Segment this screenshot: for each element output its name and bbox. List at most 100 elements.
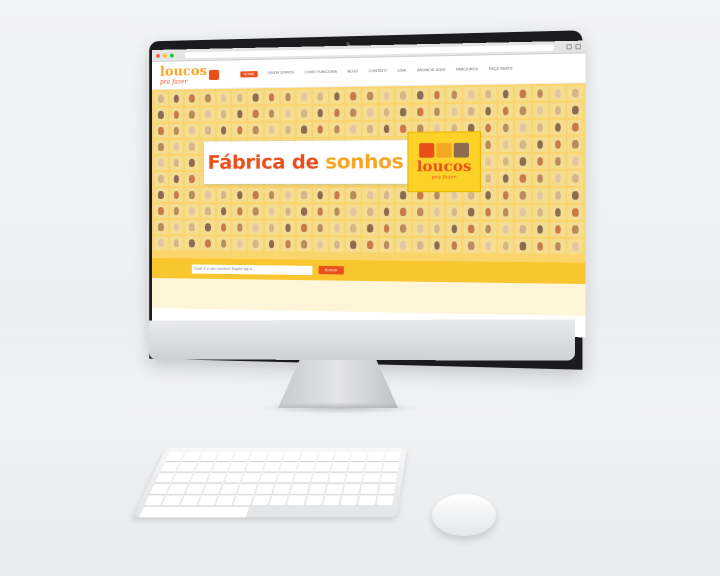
nav-item-home[interactable]: Home — [240, 70, 258, 77]
keyboard-key[interactable] — [331, 462, 349, 472]
keyboard-key[interactable] — [384, 452, 401, 462]
keyboard-key[interactable] — [382, 462, 399, 472]
keyboard-key[interactable] — [308, 484, 327, 494]
keyboard-key[interactable] — [233, 495, 253, 506]
keyboard-key[interactable] — [304, 495, 324, 506]
avatar-tile — [200, 107, 215, 122]
keyboard-key[interactable] — [180, 495, 200, 506]
nav-item-faca-parte[interactable]: Faça Parte — [489, 66, 513, 73]
nav-item-contato[interactable]: Contato — [369, 68, 387, 75]
keyboard-key[interactable] — [360, 484, 379, 494]
keyboard-key[interactable] — [182, 452, 201, 462]
keyboard-key[interactable] — [255, 484, 274, 494]
keyboard[interactable] — [132, 447, 408, 518]
keyboard-key[interactable] — [333, 452, 351, 462]
magic-mouse[interactable] — [432, 494, 496, 536]
keyboard-key[interactable] — [376, 495, 394, 506]
keyboard-key[interactable] — [241, 473, 261, 483]
nav-item-anuncie[interactable]: Anuncie Aqui — [417, 67, 445, 74]
maximize-dot-icon[interactable] — [169, 53, 174, 58]
keyboard-key[interactable] — [199, 452, 218, 462]
keyboard-key[interactable] — [207, 473, 227, 483]
keyboard-key[interactable] — [328, 473, 346, 483]
keyboard-key[interactable] — [211, 462, 231, 472]
avatar-tile — [480, 221, 496, 237]
avatar-tile — [200, 236, 215, 251]
minimize-dot-icon[interactable] — [162, 53, 167, 58]
keyboard-key[interactable] — [314, 462, 332, 472]
keyboard-key[interactable] — [378, 484, 396, 494]
keyboard-key[interactable] — [300, 452, 318, 462]
keyboard-key[interactable] — [259, 473, 278, 483]
nav-item-blog[interactable]: Blog — [347, 69, 357, 75]
keyboard-key[interactable] — [194, 462, 214, 472]
search-input[interactable] — [191, 263, 313, 275]
avatar-tile — [446, 104, 462, 119]
keyboard-key[interactable] — [287, 495, 306, 506]
avatar-tile — [280, 187, 295, 203]
avatar-tile — [280, 89, 295, 105]
keyboard-key[interactable] — [185, 484, 205, 494]
keyboard-key[interactable] — [215, 452, 235, 462]
nav-item-parceiros[interactable]: Parceiros — [456, 67, 478, 74]
keyboard-key[interactable] — [220, 484, 240, 494]
keyboard-key[interactable] — [197, 495, 218, 506]
avatar-tile — [200, 204, 215, 219]
keyboard-key[interactable] — [266, 452, 285, 462]
keyboard-key[interactable] — [293, 473, 312, 483]
keyboard-key[interactable] — [276, 473, 295, 483]
space-bar[interactable] — [138, 507, 249, 518]
keyboard-key[interactable] — [363, 473, 381, 483]
keyboard-key[interactable] — [340, 495, 359, 506]
avatar-tile — [480, 204, 496, 220]
avatar-tile — [498, 103, 514, 119]
keyboard-key[interactable] — [345, 473, 364, 483]
keyboard-key[interactable] — [367, 452, 384, 462]
close-dot-icon[interactable] — [155, 53, 160, 58]
keyboard-key[interactable] — [311, 473, 329, 483]
site-logo[interactable]: loucos pra fazer — [160, 62, 230, 87]
keyboard-key[interactable] — [343, 484, 361, 494]
avatar-tile — [550, 238, 566, 254]
keyboard-key[interactable] — [237, 484, 257, 494]
keyboard-key[interactable] — [272, 484, 292, 494]
keyboard-key[interactable] — [365, 462, 383, 472]
keyboard-key[interactable] — [350, 452, 368, 462]
keyboard-key[interactable] — [228, 462, 248, 472]
keyboard-key[interactable] — [316, 452, 335, 462]
avatar-tile — [550, 221, 566, 237]
keyboard-key[interactable] — [167, 484, 188, 494]
avatar-tile — [248, 220, 263, 235]
hero-title-part1: Fábrica de — [207, 150, 326, 174]
keyboard-key[interactable] — [269, 495, 289, 506]
keyboard-key[interactable] — [380, 473, 398, 483]
keyboard-key[interactable] — [249, 452, 268, 462]
keyboard-key[interactable] — [322, 495, 341, 506]
avatar-tile — [280, 122, 295, 137]
share-icon[interactable] — [566, 44, 572, 50]
keyboard-key[interactable] — [224, 473, 244, 483]
tabs-icon[interactable] — [575, 43, 581, 50]
keyboard-key[interactable] — [189, 473, 210, 483]
keyboard-key[interactable] — [290, 484, 309, 494]
keyboard-key[interactable] — [232, 452, 251, 462]
nav-item-como-funciona[interactable]: Como Funciona — [304, 69, 337, 76]
keyboard-key[interactable] — [177, 462, 197, 472]
search-button[interactable]: Buscar — [318, 265, 345, 275]
keyboard-key[interactable] — [279, 462, 298, 472]
keyboard-key[interactable] — [202, 484, 222, 494]
nav-item-quem-somos[interactable]: Quem Somos — [268, 70, 294, 77]
keyboard-key[interactable] — [162, 495, 183, 506]
keyboard-key[interactable] — [297, 462, 315, 472]
keyboard-key[interactable] — [348, 462, 366, 472]
keyboard-key[interactable] — [358, 495, 377, 506]
keyboard-key[interactable] — [215, 495, 236, 506]
keyboard-key[interactable] — [283, 452, 301, 462]
keyboard-key[interactable] — [172, 473, 192, 483]
avatar-tile — [532, 119, 549, 135]
keyboard-key[interactable] — [251, 495, 271, 506]
keyboard-key[interactable] — [325, 484, 344, 494]
keyboard-key[interactable] — [262, 462, 281, 472]
nav-item-loja[interactable]: Loja — [397, 68, 406, 74]
keyboard-key[interactable] — [245, 462, 264, 472]
